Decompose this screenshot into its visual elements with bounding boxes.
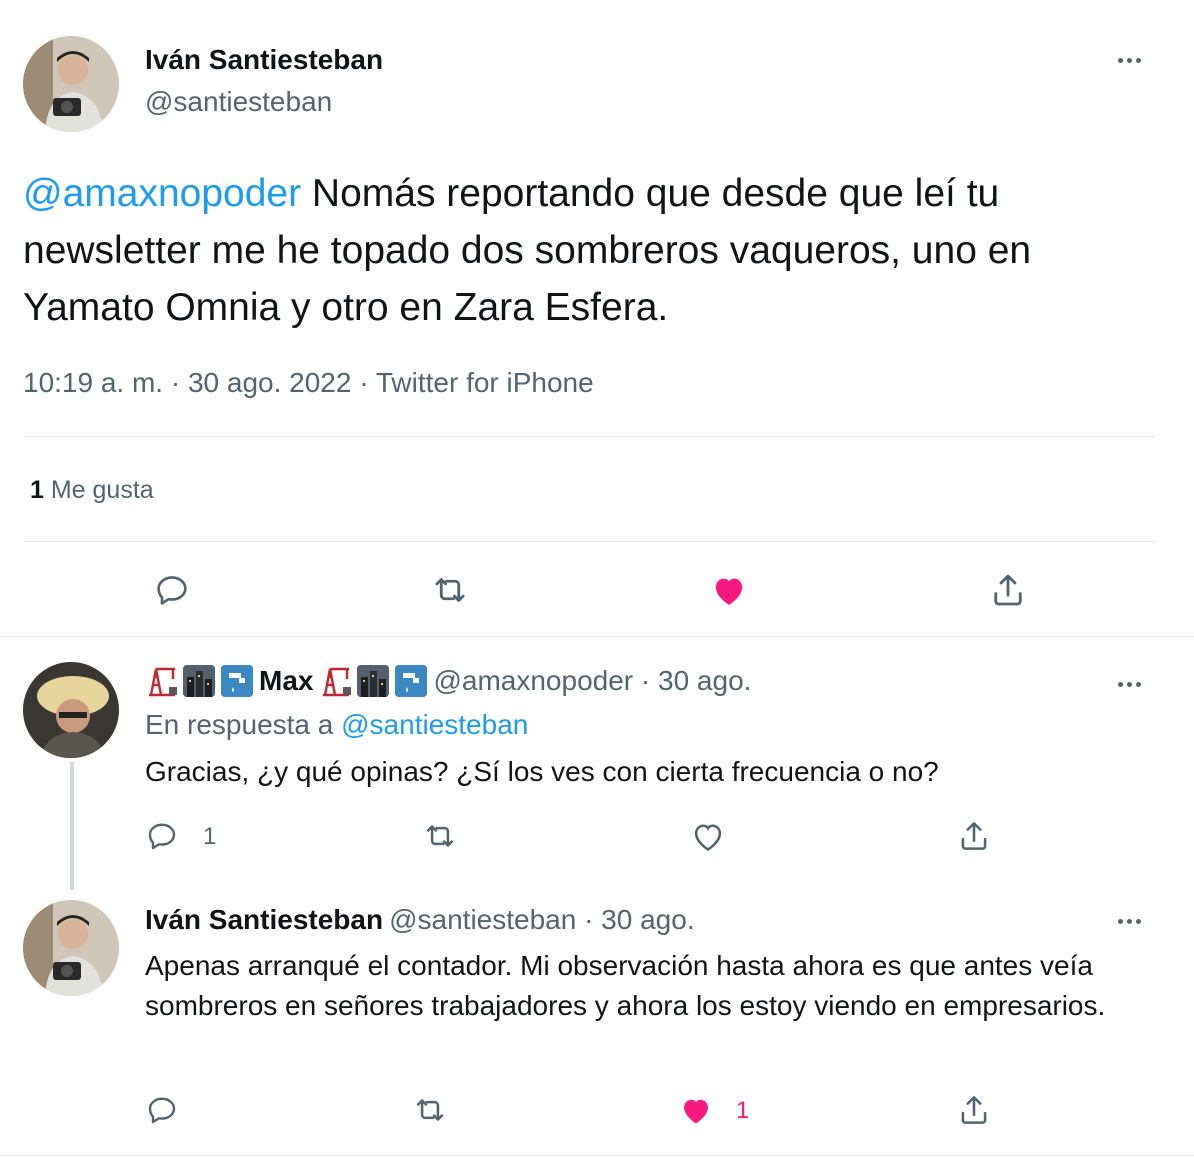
share-icon <box>994 574 1022 606</box>
like-button[interactable] <box>686 814 730 858</box>
reply-button[interactable] <box>148 568 196 612</box>
retweet-icon <box>426 825 454 847</box>
building-construction-emoji <box>145 665 177 697</box>
cityscape-emoji <box>183 665 215 697</box>
reply-icon <box>148 1097 176 1124</box>
share-button[interactable] <box>952 1088 996 1132</box>
like-button[interactable] <box>705 568 753 612</box>
reply-header: Max @amaxnopoder · 30 ago. <box>145 665 751 697</box>
potable-water-emoji <box>395 665 428 697</box>
avatar-photo <box>23 36 119 132</box>
reply-handle-time[interactable]: @amaxnopoder · 30 ago. <box>433 665 751 697</box>
more-options-icon[interactable] <box>1118 682 1141 687</box>
author-avatar[interactable] <box>23 36 119 132</box>
tweet-timestamp[interactable]: 10:19 a. m. · 30 ago. 2022 · Twitter for… <box>23 367 594 399</box>
reply-icon <box>148 823 176 850</box>
in-reply-prefix: En respuesta a <box>145 709 342 740</box>
more-options-icon[interactable] <box>1118 919 1141 924</box>
author-name[interactable]: Iván Santiesteban <box>145 44 383 76</box>
reply-header: Iván Santiesteban @santiesteban · 30 ago… <box>145 904 695 936</box>
reply-avatar[interactable] <box>23 900 119 996</box>
likes-count: 1 <box>30 476 44 504</box>
share-icon <box>961 1096 987 1124</box>
retweet-icon <box>435 578 465 602</box>
avatar-photo <box>23 900 119 996</box>
likes-summary[interactable]: 1 Me gusta <box>30 476 154 505</box>
divider <box>23 436 1155 437</box>
reply-text: Gracias, ¿y qué opinas? ¿Sí los ves con … <box>145 756 939 787</box>
more-options-icon[interactable] <box>1118 58 1141 63</box>
in-reply-handle[interactable]: @santiesteban <box>341 709 528 741</box>
in-reply-to: En respuesta a @santiesteban <box>145 709 528 741</box>
retweet-button[interactable] <box>418 814 462 858</box>
reply-button[interactable] <box>140 1088 184 1132</box>
share-icon <box>961 822 987 850</box>
reply-author-name[interactable]: Iván Santiesteban <box>145 904 383 936</box>
avatar-photo <box>23 662 119 758</box>
section-divider <box>0 1155 1194 1156</box>
potable-water-emoji <box>221 665 253 697</box>
retweet-icon <box>416 1099 444 1121</box>
cityscape-emoji <box>357 665 390 697</box>
retweet-button[interactable] <box>408 1088 452 1132</box>
reply-button[interactable] <box>140 814 184 858</box>
like-count: 1 <box>736 1097 750 1124</box>
share-button[interactable] <box>952 814 996 858</box>
like-icon <box>684 1099 708 1124</box>
reply-icon <box>157 576 187 605</box>
reply-text: Apenas arranqué el contador. Mi observac… <box>145 950 1106 1021</box>
section-divider <box>0 636 1194 637</box>
like-icon <box>715 578 743 605</box>
tweet-text: @amaxnopoder Nomás reportando que desde … <box>23 165 1163 336</box>
likes-label: Me gusta <box>43 476 154 504</box>
reply-handle-time[interactable]: @santiesteban · 30 ago. <box>389 904 695 936</box>
divider <box>23 541 1155 542</box>
mention-link[interactable]: @amaxnopoder <box>23 172 301 215</box>
building-construction-emoji <box>319 665 352 697</box>
thread-connector <box>70 762 74 890</box>
author-handle[interactable]: @santiesteban <box>145 86 332 118</box>
reply-count: 1 <box>203 823 217 850</box>
like-button[interactable] <box>674 1088 718 1132</box>
reply-author-name[interactable]: Max <box>259 665 313 697</box>
reply-avatar[interactable] <box>23 662 119 758</box>
retweet-button[interactable] <box>426 568 474 612</box>
like-outline-icon <box>694 824 722 851</box>
share-button[interactable] <box>984 568 1032 612</box>
